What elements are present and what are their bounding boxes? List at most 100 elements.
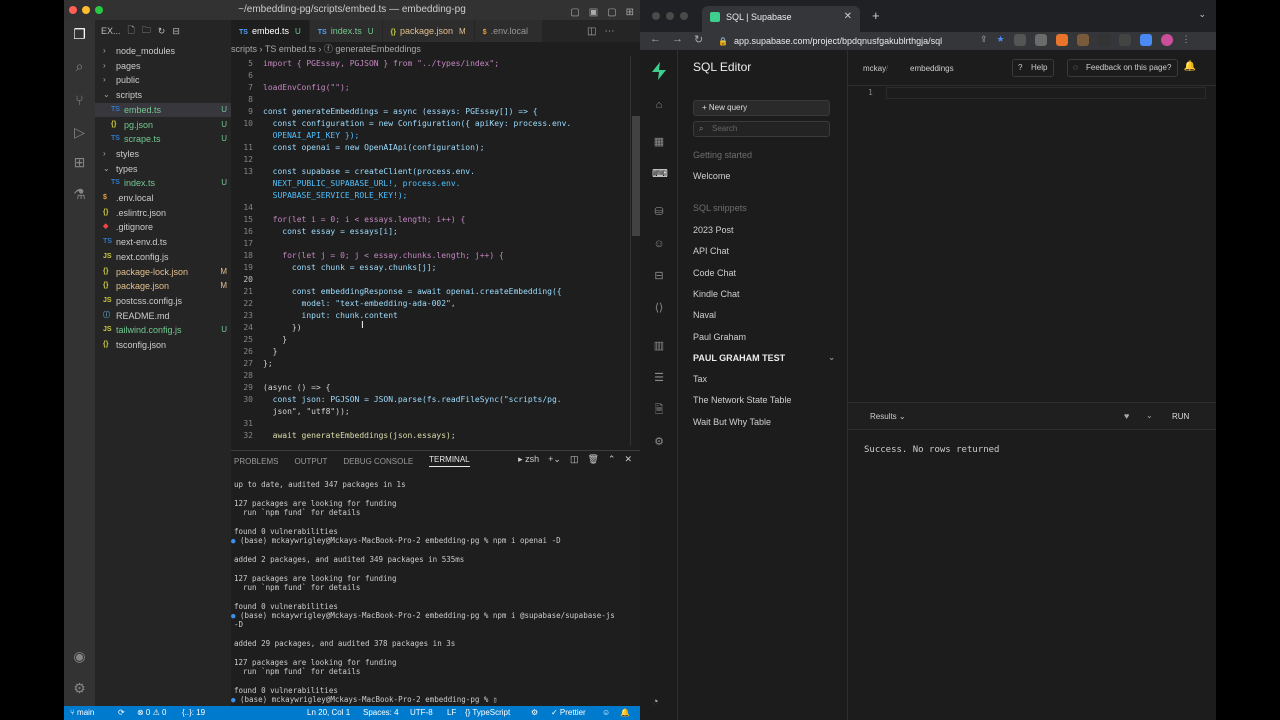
profile-avatar[interactable]: [1160, 34, 1173, 46]
settings-gear-icon[interactable]: ⚙: [71, 680, 88, 697]
sidebar-icon[interactable]: [1139, 34, 1152, 46]
tree-item[interactable]: ⌄ types: [95, 162, 231, 176]
reload-button[interactable]: ↻: [694, 33, 703, 46]
editor-tab[interactable]: $ .env.local: [474, 20, 543, 42]
tree-item[interactable]: ⓘ README.md: [95, 309, 231, 323]
database-icon[interactable]: ⛁: [652, 205, 666, 219]
editor-tab[interactable]: TS embed.ts U: [231, 20, 310, 42]
tree-item[interactable]: › node_modules: [95, 44, 231, 58]
forward-button[interactable]: →: [672, 33, 683, 45]
welcome-link[interactable]: Welcome: [693, 169, 843, 183]
snippet-menu-chevron-icon[interactable]: ⌄: [828, 351, 835, 365]
tree-item[interactable]: › public: [95, 73, 231, 87]
close-tab-icon[interactable]: ✕: [844, 6, 852, 28]
maximize-panel-icon[interactable]: ⌃: [608, 454, 616, 465]
run-debug-icon[interactable]: ▷: [71, 124, 88, 141]
snippet-item[interactable]: Tax: [693, 372, 843, 386]
refresh-icon[interactable]: ↻: [158, 26, 166, 37]
table-editor-icon[interactable]: ▦: [652, 135, 666, 149]
extensions-icon[interactable]: ⊞: [71, 154, 88, 171]
tree-item[interactable]: › pages: [95, 59, 231, 73]
tree-item[interactable]: {} tsconfig.json: [95, 338, 231, 352]
minimize-window-button[interactable]: [666, 12, 674, 20]
logs-icon[interactable]: ☰: [652, 371, 666, 385]
language-mode[interactable]: {} TypeScript: [465, 706, 510, 720]
tree-item[interactable]: TS index.ts U: [95, 176, 231, 190]
snippet-item[interactable]: Naval: [693, 308, 843, 322]
more-actions-icon[interactable]: ⋯: [604, 26, 614, 37]
editor-current-line[interactable]: [886, 87, 1206, 99]
extension-icon-4[interactable]: [1076, 34, 1089, 46]
extension-icon-3[interactable]: [1055, 34, 1068, 46]
kill-terminal-icon[interactable]: 🗑: [587, 454, 598, 465]
search-input[interactable]: ⌕ Search: [693, 121, 830, 137]
sql-query-editor[interactable]: 1: [848, 86, 1216, 398]
tab-problems[interactable]: PROBLEMS: [234, 457, 278, 466]
snippet-item[interactable]: The Network State Table: [693, 393, 843, 407]
breadcrumb-project[interactable]: embeddings: [910, 64, 954, 73]
extensions-puzzle-icon[interactable]: [1118, 34, 1131, 46]
snippet-item[interactable]: Code Chat: [693, 266, 843, 280]
tree-item[interactable]: TS embed.ts U: [95, 102, 231, 117]
address-bar[interactable]: 🔒 app.supabase.com/project/bpdqnusfgakubl…: [718, 33, 978, 49]
feedback-icon[interactable]: ☺: [602, 706, 610, 720]
snippet-item[interactable]: Wait But Why Table: [693, 415, 843, 429]
bookmark-star-icon[interactable]: ★: [997, 34, 1005, 46]
run-button[interactable]: RUN: [1172, 412, 1189, 421]
tab-search-chevron-icon[interactable]: ⌄: [1198, 9, 1206, 20]
sync-status[interactable]: ⟳: [118, 706, 125, 720]
editor-tab[interactable]: TS index.ts U: [309, 20, 383, 42]
split-terminal-icon[interactable]: ◫: [570, 454, 579, 465]
tree-item[interactable]: $ .env.local: [95, 191, 231, 205]
tree-item[interactable]: TS scrape.ts U: [95, 132, 231, 146]
search-icon[interactable]: ⌕: [71, 58, 88, 75]
close-panel-icon[interactable]: ✕: [624, 454, 632, 465]
tree-item[interactable]: ⌄ scripts: [95, 88, 231, 102]
edge-functions-icon[interactable]: ⟨⟩: [652, 301, 666, 315]
tree-item[interactable]: {} .eslintrc.json: [95, 206, 231, 220]
new-tab-button[interactable]: +: [872, 8, 880, 23]
snippet-item[interactable]: API Chat: [693, 244, 843, 258]
problems-status[interactable]: ⊗ 0 ⚠ 0: [137, 706, 166, 720]
supabase-logo-icon[interactable]: [651, 62, 667, 80]
encoding-status[interactable]: UTF-8: [410, 706, 433, 720]
tree-item[interactable]: › styles: [95, 147, 231, 161]
tab-output[interactable]: OUTPUT: [294, 457, 327, 466]
tree-item[interactable]: {} package-lock.json M: [95, 265, 231, 279]
extension-icon-5[interactable]: [1097, 34, 1110, 46]
cursor-position[interactable]: Ln 20, Col 1: [307, 706, 350, 720]
maximize-window-button[interactable]: [680, 12, 688, 20]
snippet-item[interactable]: PAUL GRAHAM TEST ⌄: [693, 351, 843, 365]
storage-icon[interactable]: ⊟: [652, 269, 666, 283]
collapse-all-icon[interactable]: ⊟: [172, 26, 180, 37]
extension-icon-2[interactable]: [1034, 34, 1047, 46]
minimize-window-button[interactable]: [82, 6, 90, 14]
snippet-item[interactable]: 2023 Post: [693, 223, 843, 237]
notifications-icon[interactable]: 🔔: [620, 706, 630, 720]
tree-item[interactable]: JS next.config.js: [95, 250, 231, 264]
snippet-item[interactable]: Paul Graham: [693, 330, 843, 344]
editor-scrollbar[interactable]: [630, 56, 640, 446]
indentation-status[interactable]: Spaces: 4: [363, 706, 399, 720]
breadcrumb-org[interactable]: mckay: [863, 64, 886, 73]
back-button[interactable]: ←: [650, 33, 661, 45]
settings-gear-icon[interactable]: ⚙: [652, 435, 666, 449]
help-button[interactable]: ? Help: [1012, 59, 1055, 77]
favorite-heart-icon[interactable]: ♥: [1124, 411, 1129, 421]
tab-debug-console[interactable]: DEBUG CONSOLE: [343, 457, 413, 466]
breadcrumb[interactable]: scripts › TS embed.ts › ⓕ generateEmbedd…: [231, 42, 640, 56]
tree-item[interactable]: {} pg.json U: [95, 118, 231, 132]
tree-item[interactable]: JS postcss.config.js: [95, 294, 231, 308]
live-share-icon[interactable]: ⚙: [531, 706, 538, 720]
share-icon[interactable]: ⇪: [980, 34, 988, 46]
browser-menu-icon[interactable]: ⋮: [1182, 34, 1191, 46]
new-folder-icon[interactable]: 🗀: [142, 23, 151, 39]
close-window-button[interactable]: [652, 12, 660, 20]
tree-item[interactable]: {} package.json M: [95, 279, 231, 293]
scrollbar-thumb[interactable]: [632, 116, 640, 236]
tree-item[interactable]: ◆ .gitignore: [95, 220, 231, 234]
terminal-shell-label[interactable]: ▸ zsh: [518, 454, 539, 465]
new-terminal-icon[interactable]: +⌄: [548, 454, 561, 465]
maximize-window-button[interactable]: [95, 6, 103, 14]
reports-icon[interactable]: ▥: [652, 339, 666, 353]
